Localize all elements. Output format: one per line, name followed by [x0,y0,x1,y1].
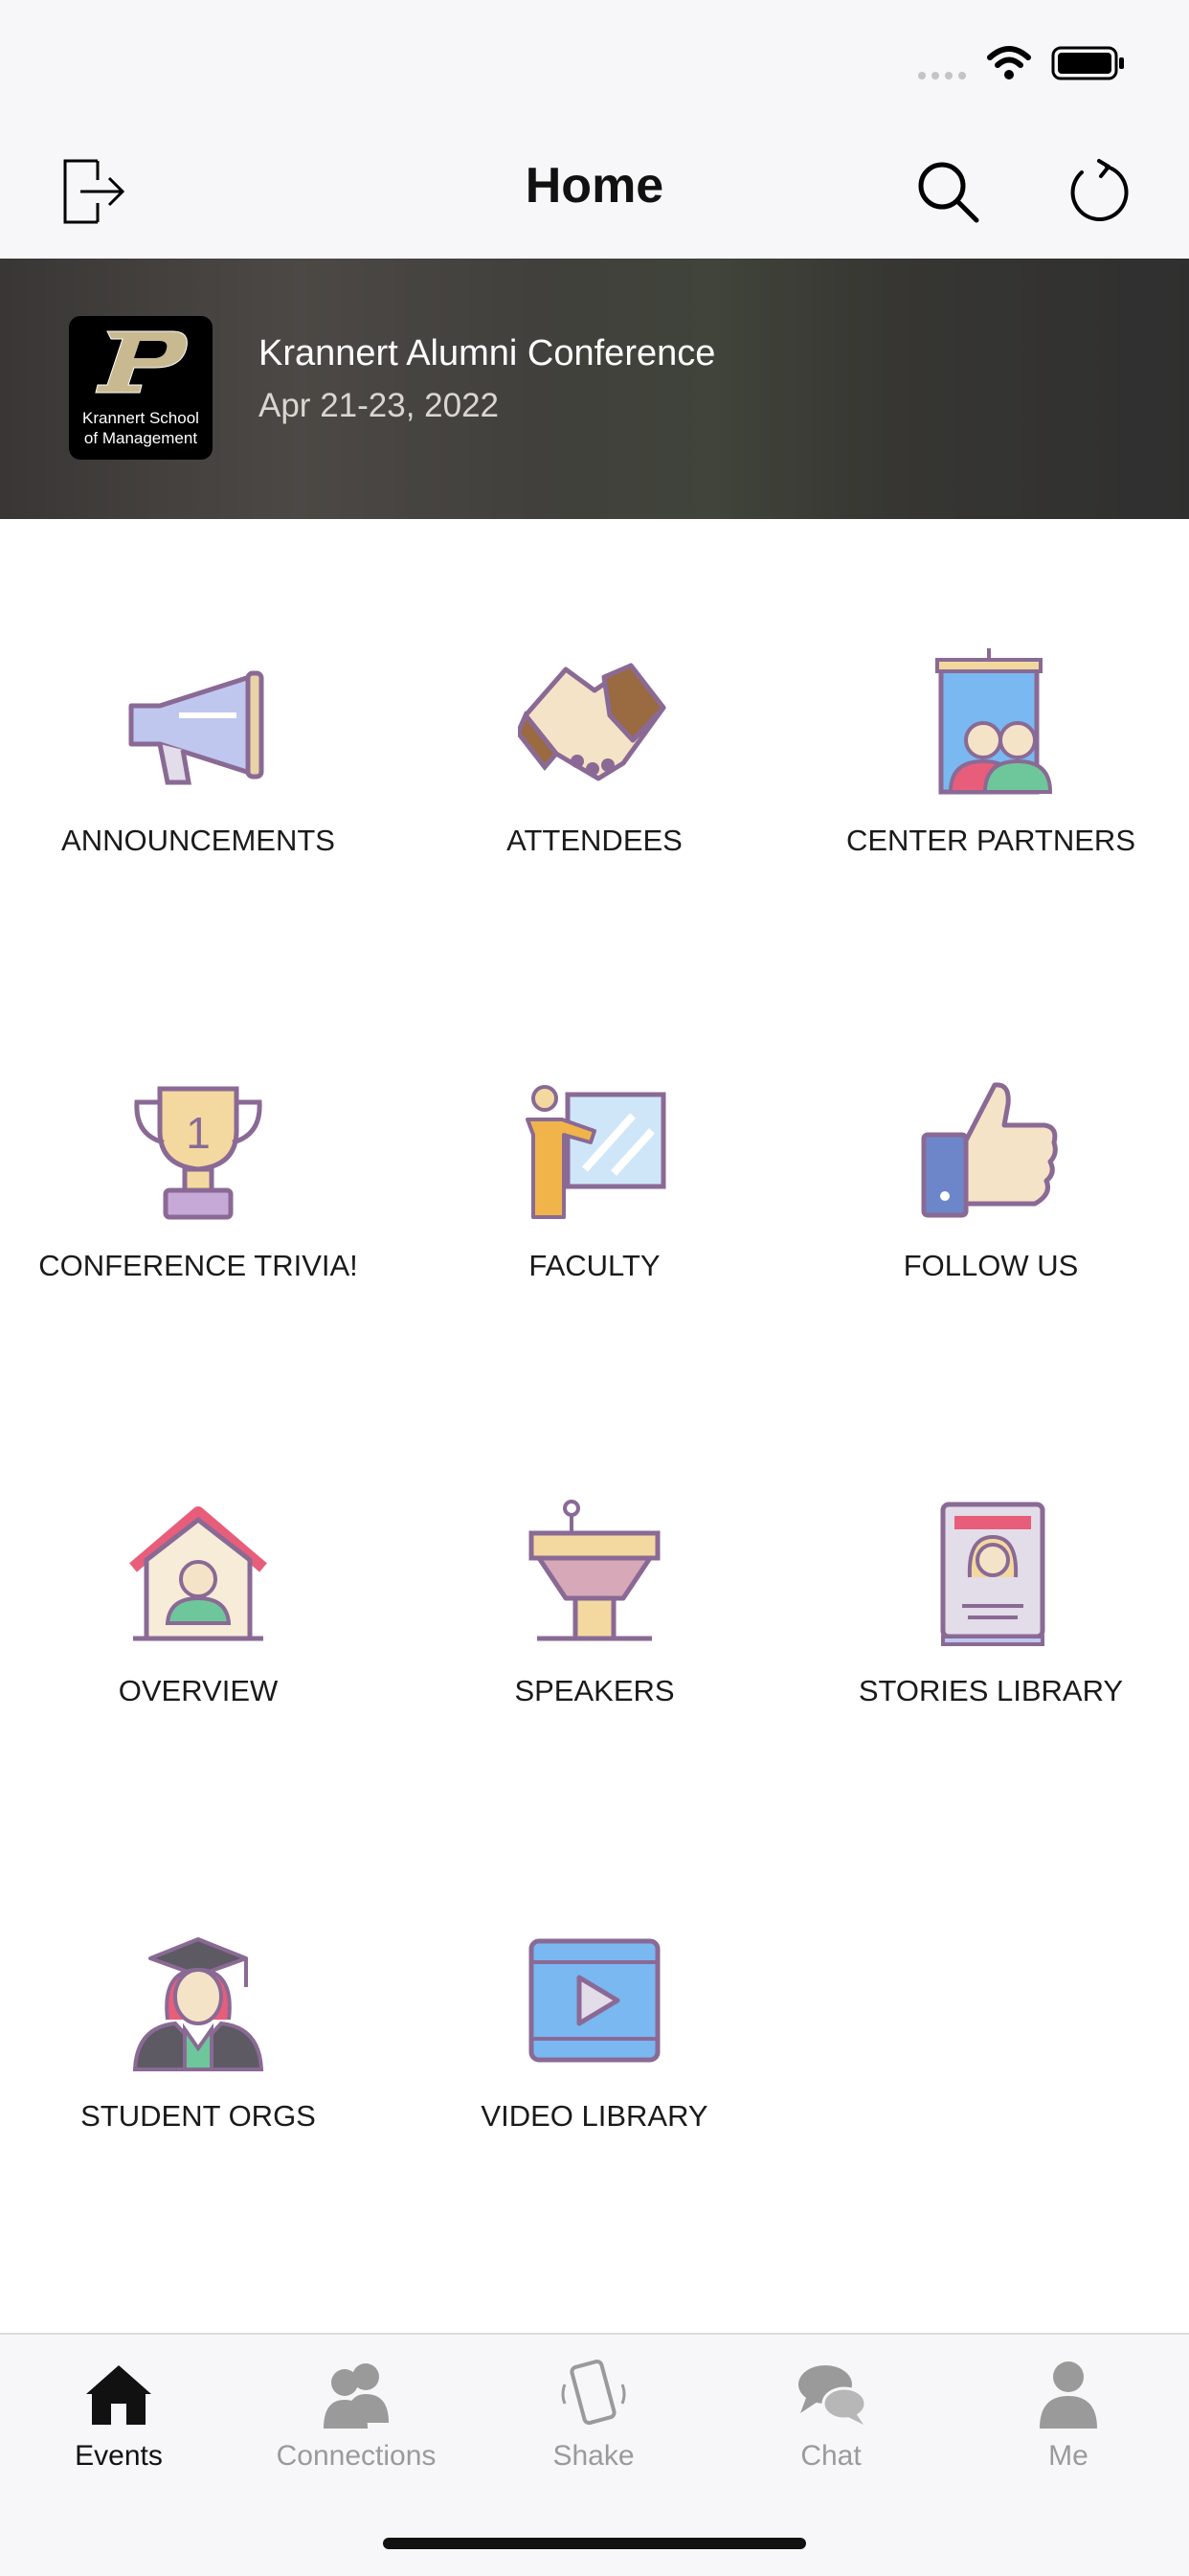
p-logo-icon [95,330,188,394]
people-icon [324,2363,389,2429]
tile-label: SPEAKERS [514,1674,675,1707]
tile-faculty[interactable]: FACULTY [396,944,793,1369]
tab-connections[interactable]: Connections [237,2352,475,2486]
home-indicator[interactable] [383,2538,806,2549]
tile-stories-library[interactable]: STORIES LIBRARY [793,1369,1189,1795]
tile-label: STUDENT ORGS [80,2099,316,2133]
thumbs-up-icon [921,1082,1058,1218]
search-icon [918,162,979,223]
trophy-icon: 1 [134,1086,262,1220]
tile-label: ATTENDEES [506,824,683,857]
person-icon [1040,2361,1097,2429]
tile-video-library[interactable]: VIDEO LIBRARY [396,1795,793,2220]
building-people-icon [935,648,1053,795]
tab-label: Shake [552,2440,635,2472]
tile-center-partners[interactable]: CENTER PARTNERS [793,519,1189,944]
battery-icon [1051,46,1124,80]
signal-dots-icon [918,72,966,79]
tab-shake[interactable]: Shake [475,2352,712,2486]
tile-label: STORIES LIBRARY [858,1674,1124,1707]
tab-label: Events [75,2440,163,2472]
tile-conference-trivia[interactable]: 1 CONFERENCE TRIVIA! [0,944,396,1369]
tile-overview[interactable]: OVERVIEW [0,1369,396,1795]
tab-label: Chat [800,2440,862,2472]
shake-phone-icon [561,2360,626,2426]
handshake-icon [518,663,666,781]
refresh-icon [1070,159,1129,221]
tile-student-orgs[interactable]: STUDENT ORGS [0,1795,396,2220]
house-person-icon [129,1506,267,1641]
tile-label: CONFERENCE TRIVIA! [38,1249,358,1282]
tile-label: FOLLOW US [903,1249,1079,1282]
logo-caption-line2: of Management [83,429,198,447]
chat-bubbles-icon [798,2365,867,2425]
tile-follow-us[interactable]: FOLLOW US [793,944,1189,1369]
school-logo: Krannert School of Management [69,316,213,460]
tab-me[interactable]: Me [950,2352,1187,2486]
page-title: Home [525,158,664,214]
graduate-icon [132,1937,264,2071]
tile-label: VIDEO LIBRARY [481,2099,708,2133]
nav-bar: Home [0,124,1189,259]
tile-announcements[interactable]: ANNOUNCEMENTS [0,519,396,944]
podium-icon [528,1500,661,1641]
refresh-button[interactable] [1051,144,1147,239]
tab-chat[interactable]: Chat [712,2352,950,2486]
storybook-icon [940,1502,1045,1646]
tab-label: Connections [276,2440,437,2472]
tile-label: ANNOUNCEMENTS [61,824,335,857]
svg-text:1: 1 [186,1108,211,1158]
tab-events[interactable]: Events [0,2352,237,2486]
tile-attendees[interactable]: ATTENDEES [396,519,793,944]
tile-speakers[interactable]: SPEAKERS [396,1369,793,1795]
event-banner[interactable]: Krannert School of Management Krannert A… [0,259,1189,519]
home-icon [86,2365,151,2425]
tab-label: Me [1048,2440,1088,2472]
search-button[interactable] [900,144,996,239]
presenter-board-icon [526,1085,666,1219]
status-bar [0,0,1189,124]
video-icon [528,1938,661,2063]
tile-label: FACULTY [528,1249,661,1282]
tile-label: OVERVIEW [118,1674,279,1707]
wifi-icon [987,46,1031,79]
logo-caption-line1: Krannert School [82,409,199,427]
tile-label: CENTER PARTNERS [845,824,1135,857]
event-date: Apr 21-23, 2022 [258,387,500,424]
megaphone-icon [128,670,264,785]
event-title: Krannert Alumni Conference [258,333,716,373]
